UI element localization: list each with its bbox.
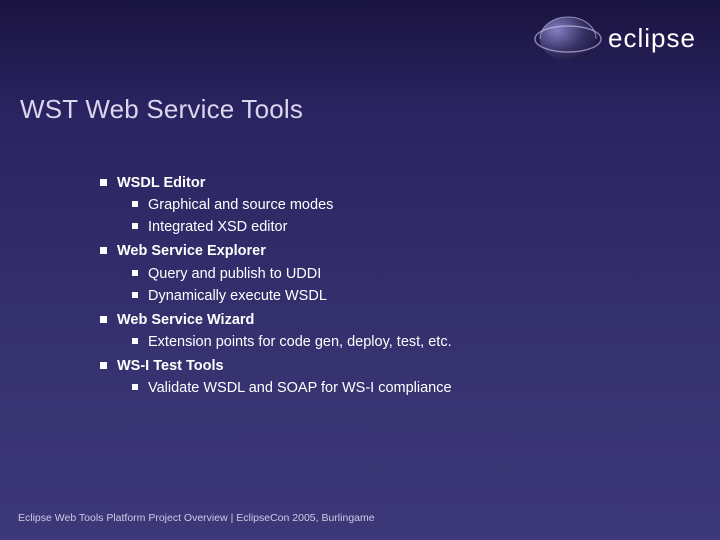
logo-text: eclipse [608, 23, 696, 53]
square-bullet-icon [132, 384, 138, 390]
slide-content: WSDL Editor Graphical and source modes I… [100, 168, 680, 401]
square-bullet-icon [132, 270, 138, 276]
square-bullet-icon [132, 292, 138, 298]
item-text: Dynamically execute WSDL [148, 287, 680, 305]
item-text: Query and publish to UDDI [148, 265, 680, 283]
section-heading: Web Service Explorer [100, 242, 680, 260]
square-bullet-icon [100, 362, 107, 369]
square-bullet-icon [132, 338, 138, 344]
heading-text: Web Service Wizard [117, 311, 680, 329]
square-bullet-icon [100, 247, 107, 254]
section-heading: WSDL Editor [100, 174, 680, 192]
eclipse-logo-icon: eclipse [530, 11, 710, 65]
list-item: Validate WSDL and SOAP for WS-I complian… [132, 379, 680, 397]
heading-text: WSDL Editor [117, 174, 680, 192]
list-item: Query and publish to UDDI [132, 265, 680, 283]
item-text: Extension points for code gen, deploy, t… [148, 333, 680, 351]
list-item: Integrated XSD editor [132, 218, 680, 236]
item-text: Validate WSDL and SOAP for WS-I complian… [148, 379, 680, 397]
item-text: Graphical and source modes [148, 196, 680, 214]
list-item: Graphical and source modes [132, 196, 680, 214]
page-title: WST Web Service Tools [20, 94, 303, 125]
square-bullet-icon [100, 179, 107, 186]
section-heading: WS-I Test Tools [100, 357, 680, 375]
list-item: Extension points for code gen, deploy, t… [132, 333, 680, 351]
heading-text: Web Service Explorer [117, 242, 680, 260]
square-bullet-icon [132, 201, 138, 207]
item-text: Integrated XSD editor [148, 218, 680, 236]
square-bullet-icon [100, 316, 107, 323]
heading-text: WS-I Test Tools [117, 357, 680, 375]
eclipse-logo: eclipse [510, 8, 710, 68]
slide: eclipse WST Web Service Tools WSDL Edito… [0, 0, 720, 540]
list-item: Dynamically execute WSDL [132, 287, 680, 305]
slide-footer: Eclipse Web Tools Platform Project Overv… [18, 512, 375, 524]
square-bullet-icon [132, 223, 138, 229]
section-heading: Web Service Wizard [100, 311, 680, 329]
